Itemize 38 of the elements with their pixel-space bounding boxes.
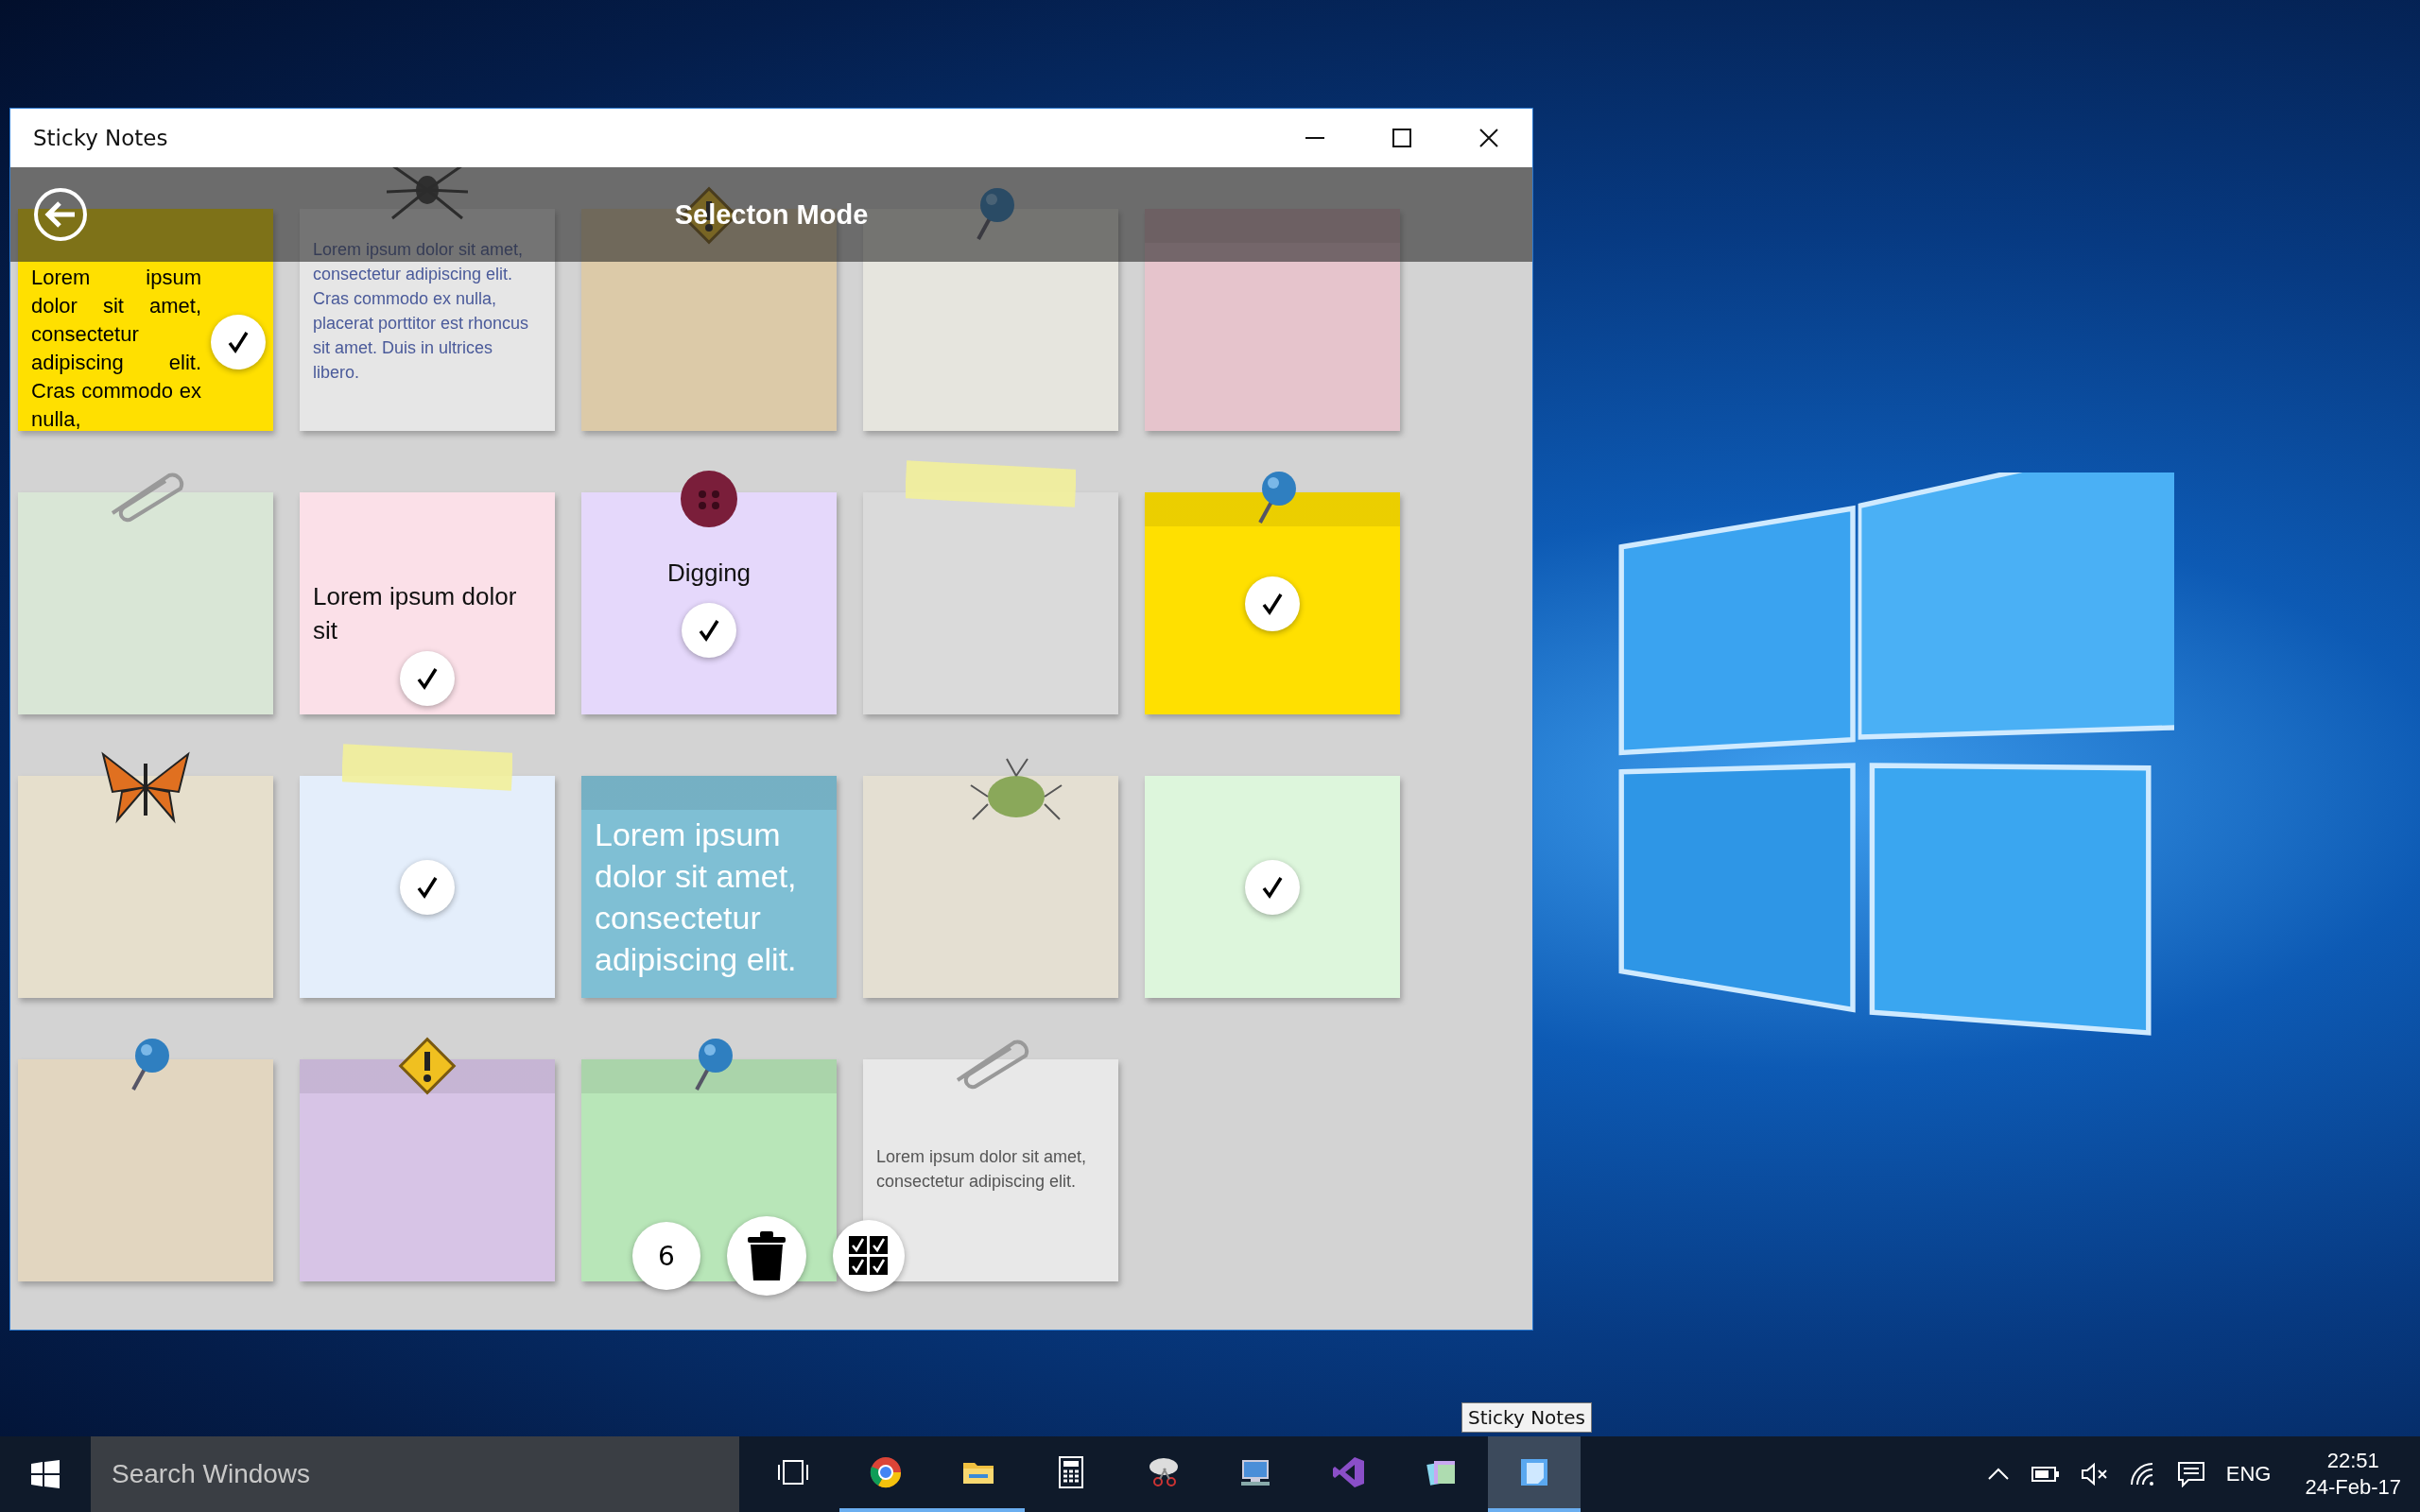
select-all-button[interactable]	[833, 1220, 905, 1292]
trash-icon	[748, 1231, 786, 1280]
notification-icon[interactable]	[2176, 1461, 2205, 1487]
sticky-note[interactable]: Lorem ipsum dolor sit amet, consectetur adipiscing elit. Cras commodo ex nulla,	[18, 209, 273, 431]
volume-muted-icon[interactable]	[2080, 1462, 2109, 1486]
taskbar-app-button[interactable]	[1488, 1436, 1581, 1512]
note-text: Digging	[666, 558, 752, 588]
search-field[interactable]: Search Windows	[91, 1436, 739, 1512]
sticky-note[interactable]: Lorem ipsum dolor sit	[300, 492, 555, 714]
checkmark-icon	[1260, 591, 1285, 616]
sticky-note[interactable]: Lorem ipsum dolor sit amet, consectetur adipiscing elit.	[863, 1059, 1118, 1281]
maximize-icon	[1392, 129, 1411, 147]
sticky-note[interactable]: Lorem ipsum dolor sit amet, consectetur adipiscing elit. Cras commodo ex nulla, placerat porttitor est rhoncus sit amet. Duis in ultrices libero.	[300, 209, 555, 431]
checkmark-icon	[697, 617, 721, 643]
language-indicator[interactable]: ENG	[2225, 1462, 2272, 1486]
checkmark-icon	[1260, 874, 1285, 900]
note-text: Lorem ipsum dolor sit	[313, 581, 518, 646]
scissors-icon	[1147, 1455, 1181, 1489]
note-text: Lorem ipsum dolor sit amet, consectetur adipiscing elit. Cras commodo ex nulla, placerat porttitor est rhoncus sit amet. Duis in ultrices libero.	[313, 239, 530, 384]
checkmark-icon	[226, 330, 251, 354]
battery-icon[interactable]	[2031, 1465, 2060, 1484]
note-text: Lorem ipsum dolor sit amet, consectetur adipiscing elit.	[876, 1146, 1088, 1193]
wifi-icon[interactable]	[2129, 1462, 2156, 1486]
minimize-icon	[1305, 137, 1324, 139]
window-title: Sticky Notes	[33, 126, 168, 150]
browser-icon	[869, 1455, 903, 1489]
clock[interactable]: 22:51 24-Feb-17	[2305, 1448, 2401, 1501]
checklist-grid-icon	[849, 1236, 889, 1276]
windows-icon	[31, 1460, 60, 1488]
close-icon	[1479, 129, 1498, 147]
note-text: Lorem ipsum dolor sit amet, consectetur adipiscing elit.	[595, 816, 798, 979]
checkmark-icon	[415, 666, 440, 692]
mode-title: Selecton Mode	[674, 198, 869, 231]
sticky-note[interactable]: Digging	[581, 492, 837, 714]
checkmark-icon	[415, 874, 440, 900]
tooltip: Sticky Notes	[1461, 1402, 1592, 1433]
back-button[interactable]	[31, 185, 90, 244]
note-text: Lorem ipsum dolor sit amet, consectetur adipiscing elit. Cras commodo ex nulla,	[31, 265, 201, 431]
